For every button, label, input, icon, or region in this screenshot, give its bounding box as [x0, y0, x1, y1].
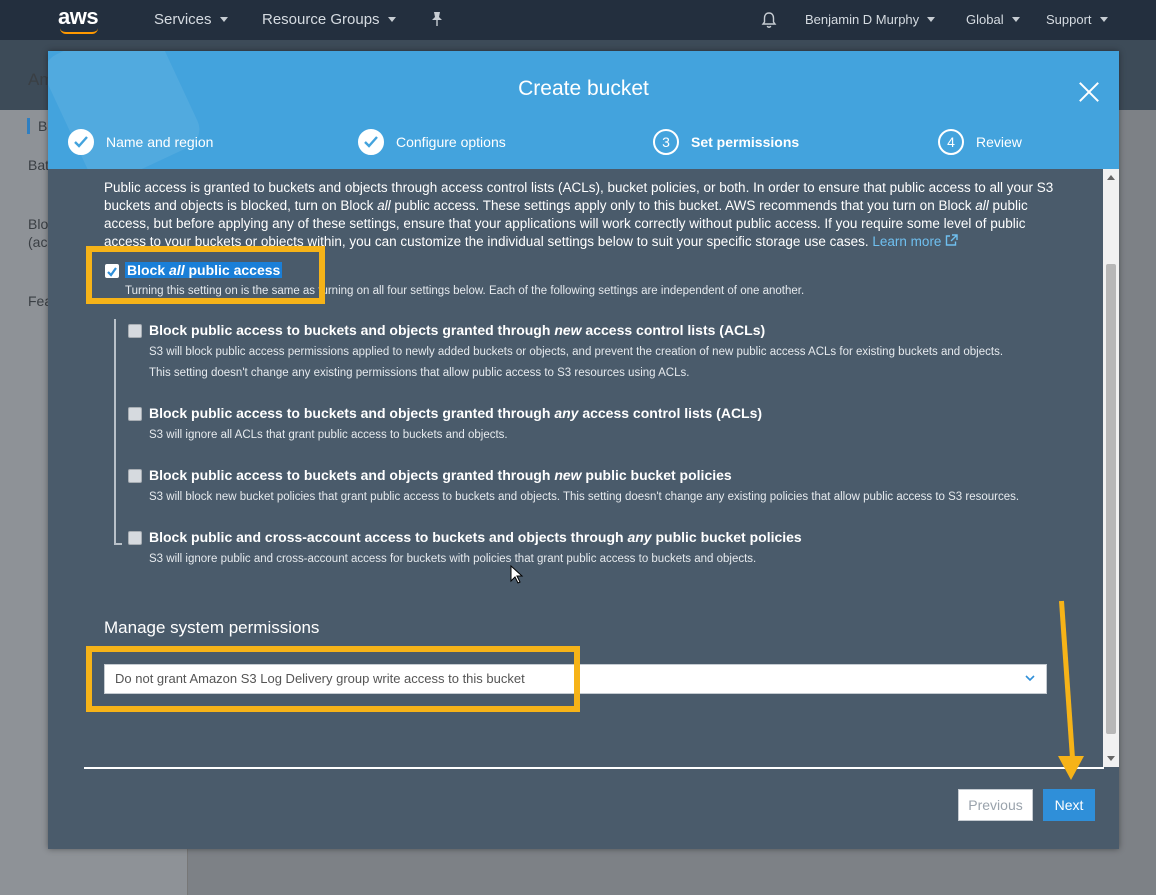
services-label: Services — [154, 11, 212, 28]
next-button[interactable]: Next — [1043, 789, 1095, 821]
tree-line-end — [114, 543, 122, 545]
chevron-down-icon — [1099, 17, 1108, 22]
pin-icon[interactable] — [430, 11, 444, 29]
services-menu[interactable]: Services — [154, 0, 228, 40]
resource-groups-label: Resource Groups — [262, 11, 380, 28]
support-menu[interactable]: Support — [1046, 0, 1108, 40]
step-label: Review — [976, 134, 1022, 150]
footer-divider — [84, 767, 1104, 769]
scroll-down-icon[interactable] — [1107, 756, 1115, 761]
option-any-policy-checkbox[interactable] — [128, 531, 142, 545]
option-description: S3 will block new bucket policies that g… — [149, 491, 1020, 503]
chevron-down-icon — [927, 17, 936, 22]
option-description: S3 will block public access permissions … — [149, 346, 1004, 358]
step-number: 4 — [938, 129, 964, 155]
option-any-acl-checkbox[interactable] — [128, 407, 142, 421]
chevron-down-icon — [387, 17, 396, 22]
mouse-cursor-icon — [510, 565, 524, 584]
close-icon[interactable] — [1078, 81, 1100, 103]
chevron-down-icon — [1025, 675, 1035, 682]
option-description: S3 will ignore all ACLs that grant publi… — [149, 429, 508, 441]
region-menu[interactable]: Global — [966, 0, 1020, 40]
option-description: S3 will ignore public and cross-account … — [149, 553, 757, 565]
chevron-down-icon — [219, 17, 228, 22]
step-number: 3 — [653, 129, 679, 155]
annotation-highlight-select — [86, 646, 580, 712]
tree-line — [114, 319, 116, 544]
top-navigation: aws Services Resource Groups Benjamin D … — [0, 0, 1156, 40]
learn-more-link[interactable]: Learn more — [872, 234, 958, 249]
aws-smile-icon — [60, 28, 98, 34]
bell-icon[interactable] — [761, 11, 777, 29]
annotation-highlight-block-all — [86, 246, 325, 304]
option-title: Block public access to buckets and objec… — [149, 322, 766, 338]
external-link-icon — [946, 234, 958, 246]
aws-logo[interactable]: aws — [58, 4, 99, 30]
chevron-down-icon — [1011, 17, 1020, 22]
user-menu[interactable]: Benjamin D Murphy — [805, 0, 936, 40]
step-label: Set permissions — [691, 134, 800, 150]
modal-title: Create bucket — [518, 77, 649, 100]
option-new-acl-checkbox[interactable] — [128, 324, 142, 338]
intro-paragraph: Public access is granted to buckets and … — [104, 180, 1054, 249]
step-label: Name and region — [106, 134, 214, 150]
background-item: Blo — [28, 216, 49, 232]
option-title: Block public access to buckets and objec… — [149, 467, 732, 483]
modal-scrollbar[interactable] — [1103, 169, 1119, 767]
modal-header: Create bucket Name and region Configure … — [48, 51, 1119, 169]
previous-button[interactable]: Previous — [958, 789, 1033, 821]
scrollbar-thumb[interactable] — [1106, 264, 1116, 734]
support-label: Support — [1046, 12, 1092, 27]
background-item: Bat — [28, 157, 50, 173]
annotation-arrow-head-icon — [1058, 756, 1084, 780]
scroll-up-icon[interactable] — [1107, 175, 1115, 180]
step-label: Configure options — [396, 134, 506, 150]
option-new-policy-checkbox[interactable] — [128, 469, 142, 483]
system-permissions-title: Manage system permissions — [104, 618, 320, 637]
background-item: B — [27, 118, 47, 134]
option-title: Block public access to buckets and objec… — [149, 405, 763, 421]
check-icon — [358, 129, 384, 155]
region-label: Global — [966, 12, 1004, 27]
option-title: Block public and cross-account access to… — [149, 529, 802, 545]
option-description: This setting doesn't change any existing… — [149, 367, 690, 379]
create-bucket-modal: Create bucket Name and region Configure … — [48, 51, 1119, 849]
user-name: Benjamin D Murphy — [805, 12, 920, 27]
check-icon — [68, 129, 94, 155]
background-item: (ac — [28, 234, 48, 250]
resource-groups-menu[interactable]: Resource Groups — [262, 0, 396, 40]
